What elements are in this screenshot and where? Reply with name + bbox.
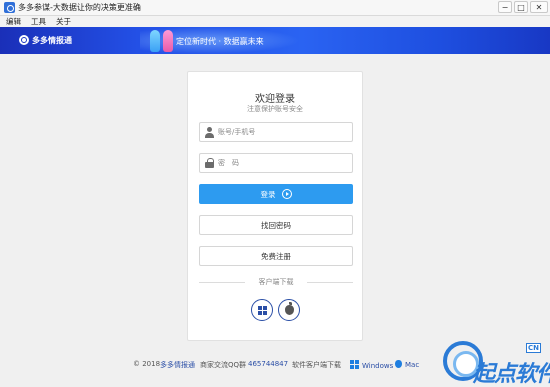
divider-line-right — [307, 282, 353, 283]
windows-small-icon — [350, 360, 359, 369]
arrow-right-circle-icon — [281, 189, 292, 199]
brand-logo-icon — [19, 35, 29, 45]
brand-logo-text: 多多情报通 — [32, 36, 72, 45]
footer-brand: 多多情报通 — [160, 361, 195, 369]
password-field — [199, 153, 353, 173]
login-card: 欢迎登录 注意保护账号安全 登录 找回密码 免费注册 客户端下载 — [187, 71, 363, 341]
recover-password-button[interactable]: 找回密码 — [199, 215, 353, 235]
login-subtitle: 注意保护账号安全 — [247, 105, 303, 113]
windows-download-button[interactable] — [251, 299, 273, 321]
mac-download-button[interactable] — [278, 299, 300, 321]
header-banner: 多多情报通 定位新时代 · 数据赢未来 — [0, 27, 550, 54]
footer-windows-link[interactable]: Windows — [350, 360, 393, 370]
apple-small-icon — [395, 360, 402, 368]
mascot-blue-icon — [150, 30, 160, 52]
apple-icon — [285, 302, 294, 315]
watermark-small-text: CN — [526, 343, 541, 353]
footer-download-label: 软件客户端下载 — [292, 361, 341, 369]
watermark-text: 起点软件 — [473, 362, 550, 387]
mascot-pink-icon — [163, 30, 173, 52]
login-title: 欢迎登录 — [255, 94, 295, 105]
lock-icon — [205, 158, 214, 169]
username-input[interactable] — [218, 125, 348, 139]
app-icon — [4, 2, 15, 13]
window-titlebar: 多多参谋-大数据让你的决策更准确 − □ ✕ — [0, 0, 550, 16]
window-title: 多多参谋-大数据让你的决策更准确 — [18, 3, 141, 12]
menu-bar: 编辑 工具 关于 — [0, 16, 550, 27]
footer-copyright: © 2018 — [133, 360, 161, 368]
footer-qq-label: 商家交流QQ群 — [200, 361, 247, 369]
user-icon — [205, 127, 214, 138]
banner-slogan: 定位新时代 · 数据赢未来 — [176, 37, 264, 46]
menu-item-about[interactable]: 关于 — [56, 16, 71, 27]
maximize-button[interactable]: □ — [514, 1, 528, 13]
close-button[interactable]: ✕ — [530, 1, 548, 13]
menu-item-edit[interactable]: 编辑 — [6, 16, 21, 27]
watermark-logo: 起点软件 CN — [443, 337, 550, 387]
footer-mac-link[interactable]: Mac — [395, 360, 419, 369]
windows-icon — [258, 306, 267, 315]
login-button[interactable]: 登录 — [199, 184, 353, 204]
login-button-label: 登录 — [260, 190, 276, 199]
register-button[interactable]: 免费注册 — [199, 246, 353, 266]
minimize-button[interactable]: − — [498, 1, 512, 13]
footer-mac-text: Mac — [405, 361, 420, 369]
menu-item-tools[interactable]: 工具 — [31, 16, 46, 27]
client-download-divider: 客户端下载 — [199, 277, 353, 287]
password-input[interactable] — [218, 156, 348, 170]
username-field — [199, 122, 353, 142]
window-controls: − □ ✕ — [498, 1, 548, 13]
footer-windows-text: Windows — [362, 362, 394, 370]
footer-qq-number: 465744847 — [248, 360, 289, 368]
